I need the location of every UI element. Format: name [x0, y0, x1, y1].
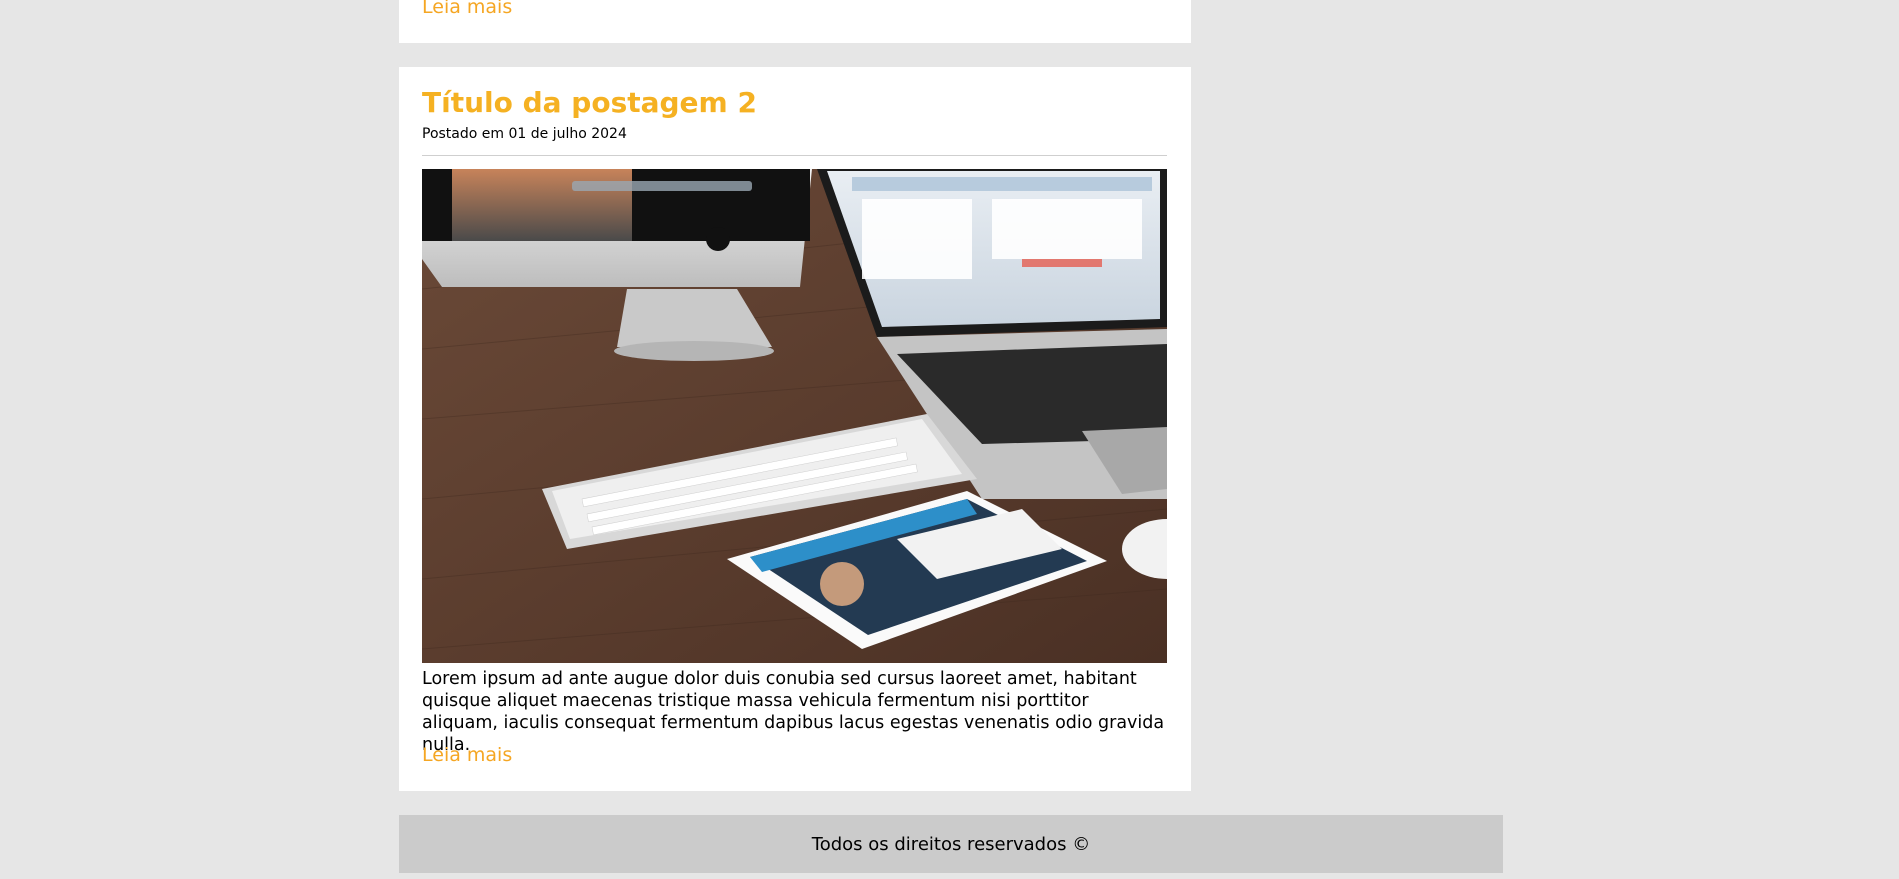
post-date: Postado em 01 de julho 2024 — [422, 126, 627, 142]
site-footer: Todos os direitos reservados © — [399, 815, 1503, 873]
post-card: Título da postagem 2 Postado em 01 de ju… — [399, 67, 1191, 791]
post-body: Lorem ipsum ad ante augue dolor duis con… — [422, 669, 1165, 755]
footer-copyright-text: Todos os direitos reservados © — [811, 833, 1091, 855]
desk-devices-illustration — [422, 169, 1167, 663]
post-title[interactable]: Título da postagem 2 — [422, 89, 757, 117]
post-image — [422, 169, 1167, 663]
previous-post-card: Leia mais — [399, 0, 1191, 43]
read-more-link[interactable]: Leia mais — [422, 746, 512, 765]
read-more-link[interactable]: Leia mais — [422, 0, 512, 17]
post-divider — [422, 155, 1167, 156]
